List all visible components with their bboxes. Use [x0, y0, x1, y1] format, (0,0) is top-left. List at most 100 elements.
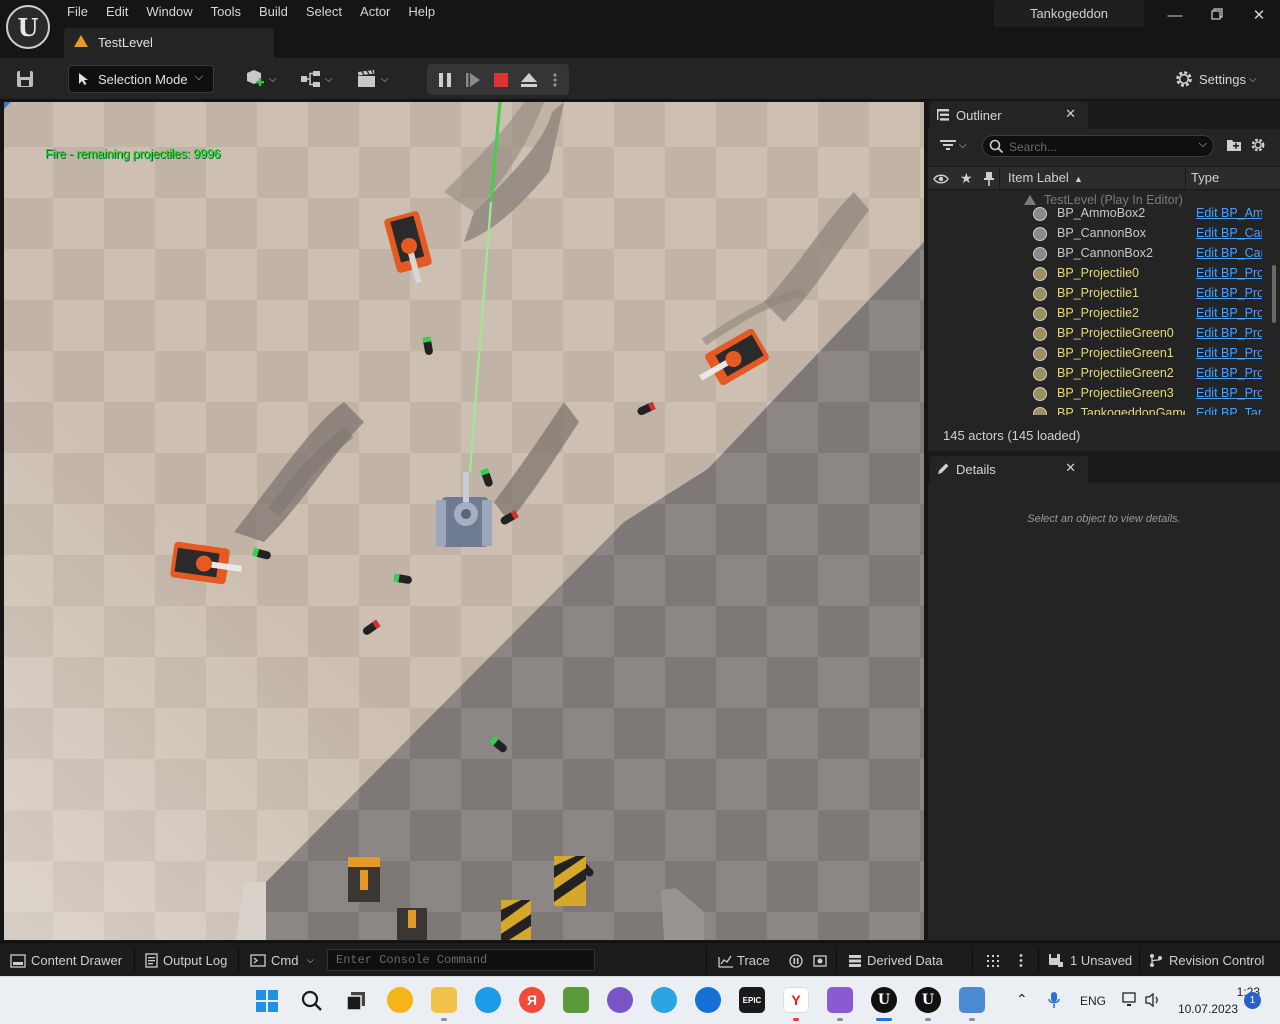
unreal-logo-icon[interactable]: U	[6, 5, 50, 49]
output-log-button[interactable]: Output Log	[145, 953, 227, 968]
step-frame-icon[interactable]	[464, 71, 482, 89]
record-icon[interactable]	[789, 954, 803, 968]
language-indicator[interactable]: ENG	[1080, 994, 1106, 1008]
menu-tools[interactable]: Tools	[202, 0, 250, 24]
tree-row-type-link[interactable]: Edit BP_Pro	[1196, 386, 1262, 400]
tree-row-type-link[interactable]: Edit BP_Tan	[1196, 406, 1262, 415]
selection-mode-dropdown[interactable]: Selection Mode ⌵	[68, 65, 214, 93]
outliner-search[interactable]: ⌵	[982, 135, 1214, 157]
tree-row[interactable]: BP_ProjectileGreen3 Edit BP_Pro	[928, 384, 1268, 404]
trace-button[interactable]: Trace	[718, 953, 770, 968]
filter-button[interactable]: ⌵	[940, 138, 967, 152]
tree-row-type-link[interactable]: Edit BP_Can	[1196, 246, 1262, 260]
minimize-icon[interactable]: —	[1160, 4, 1190, 28]
visual-studio-icon[interactable]	[827, 987, 853, 1013]
console-input[interactable]	[328, 950, 594, 970]
settings-button[interactable]: Settings ⌵	[1174, 68, 1257, 90]
edge-browser-icon[interactable]	[475, 987, 501, 1013]
task-view-icon[interactable]	[344, 989, 368, 1013]
menu-file[interactable]: File	[58, 0, 97, 24]
eye-icon[interactable]	[933, 173, 949, 185]
menu-build[interactable]: Build	[250, 0, 297, 24]
cloud-app-icon[interactable]	[695, 987, 721, 1013]
derived-data-button[interactable]: Derived Data	[848, 953, 943, 968]
menu-select[interactable]: Select	[297, 0, 351, 24]
tree-row[interactable]: BP_CannonBox2 Edit BP_Can	[928, 244, 1268, 264]
notification-badge[interactable]: 1	[1244, 992, 1261, 1009]
stop-icon[interactable]	[492, 71, 510, 89]
tree-row-type-link[interactable]: Edit BP_Pro	[1196, 286, 1262, 300]
close-icon[interactable]: ✕	[1065, 106, 1076, 122]
tree-row-type-link[interactable]: Edit BP_Pro	[1196, 326, 1262, 340]
unsaved-button[interactable]: 1 Unsaved	[1048, 953, 1132, 968]
source-control-grid-icon[interactable]	[986, 954, 1000, 968]
console-command-field[interactable]	[327, 949, 595, 971]
tree-row[interactable]: BP_ProjectileGreen1 Edit BP_Pro	[928, 344, 1268, 364]
pin-icon[interactable]	[983, 171, 995, 187]
level-tab[interactable]: TestLevel	[64, 28, 274, 58]
restore-icon[interactable]	[1202, 4, 1232, 28]
tree-row[interactable]: BP_ProjectileGreen2 Edit BP_Pro	[928, 364, 1268, 384]
tree-row-type-link[interactable]: Edit BP_Pro	[1196, 266, 1262, 280]
chevron-up-icon[interactable]: ⌃	[1016, 991, 1028, 1008]
level-viewport[interactable]: Fire - remaining projectiles: 9996	[4, 102, 924, 940]
column-item-label[interactable]: Item Label	[1008, 170, 1069, 185]
save-icon[interactable]	[14, 68, 36, 90]
tree-row[interactable]: BP_TankogeddonGame Edit BP_Tan	[928, 404, 1268, 415]
gear-icon[interactable]	[1250, 137, 1266, 153]
blueprints-button[interactable]: ⌵	[300, 68, 333, 90]
viber-icon[interactable]	[607, 987, 633, 1013]
revision-control-button[interactable]: Revision Control	[1149, 953, 1264, 968]
snipping-tool-icon[interactable]	[959, 987, 985, 1013]
menu-help[interactable]: Help	[399, 0, 444, 24]
search-input[interactable]	[1009, 138, 1189, 155]
tree-row-type-link[interactable]: Edit BP_Pro	[1196, 346, 1262, 360]
outliner-scrollbar[interactable]	[1271, 233, 1277, 403]
tree-row[interactable]: BP_Projectile2 Edit BP_Pro	[928, 304, 1268, 324]
new-folder-icon[interactable]	[1226, 138, 1242, 152]
volume-icon[interactable]	[1144, 992, 1162, 1008]
tree-row-type-link[interactable]: Edit BP_Pro	[1196, 306, 1262, 320]
eject-icon[interactable]	[520, 71, 538, 89]
clock-date[interactable]: 10.07.2023	[1170, 1002, 1238, 1016]
menu-window[interactable]: Window	[137, 0, 201, 24]
widgets-icon[interactable]	[387, 987, 413, 1013]
more-options-icon[interactable]	[1018, 953, 1024, 968]
file-explorer-icon[interactable]	[431, 987, 457, 1013]
network-icon[interactable]	[1122, 992, 1140, 1008]
tree-row-type-link[interactable]: Edit BP_Pro	[1196, 366, 1262, 380]
tree-row-type-link[interactable]: Edit BP_Am	[1196, 206, 1262, 220]
details-tab[interactable]: Details ✕	[930, 456, 1088, 483]
menu-edit[interactable]: Edit	[97, 0, 137, 24]
epic-games-icon[interactable]: EPIC	[739, 987, 765, 1013]
tree-row[interactable]: BP_Projectile0 Edit BP_Pro	[928, 264, 1268, 284]
cmd-dropdown[interactable]: Cmd ⌵	[250, 953, 314, 968]
yandex-browser-icon[interactable]: Я	[519, 987, 545, 1013]
cinematics-button[interactable]: ⌵	[356, 68, 389, 90]
windows-start-icon[interactable]	[256, 990, 278, 1012]
tree-row[interactable]: BP_AmmoBox2 Edit BP_Am	[928, 204, 1268, 224]
column-type[interactable]: Type	[1191, 170, 1219, 185]
close-icon[interactable]: ✕	[1065, 460, 1076, 476]
tree-row[interactable]: BP_CannonBox Edit BP_Can	[928, 224, 1268, 244]
snapshot-icon[interactable]	[813, 954, 827, 968]
star-icon[interactable]: ★	[960, 170, 973, 187]
content-drawer-button[interactable]: Content Drawer	[10, 953, 122, 968]
chevron-down-icon[interactable]: ⌵	[1199, 138, 1207, 151]
search-icon[interactable]	[301, 990, 323, 1012]
scrollbar-thumb[interactable]	[1272, 265, 1276, 323]
tree-row[interactable]: BP_ProjectileGreen0 Edit BP_Pro	[928, 324, 1268, 344]
telegram-icon[interactable]	[651, 987, 677, 1013]
menu-actor[interactable]: Actor	[351, 0, 399, 24]
yandex-icon[interactable]: Y	[783, 987, 809, 1013]
add-actor-button[interactable]: ⌵	[244, 68, 277, 90]
tree-row[interactable]: BP_Projectile1 Edit BP_Pro	[928, 284, 1268, 304]
microphone-icon[interactable]	[1047, 991, 1061, 1009]
more-options-icon[interactable]	[552, 72, 558, 88]
pause-icon[interactable]	[436, 71, 454, 89]
unreal-engine-icon[interactable]: U	[871, 987, 897, 1013]
image-viewer-icon[interactable]	[563, 987, 589, 1013]
unreal-engine-icon[interactable]: U	[915, 987, 941, 1013]
tree-row-type-link[interactable]: Edit BP_Can	[1196, 226, 1262, 240]
close-window-icon[interactable]: ✕	[1244, 4, 1274, 28]
